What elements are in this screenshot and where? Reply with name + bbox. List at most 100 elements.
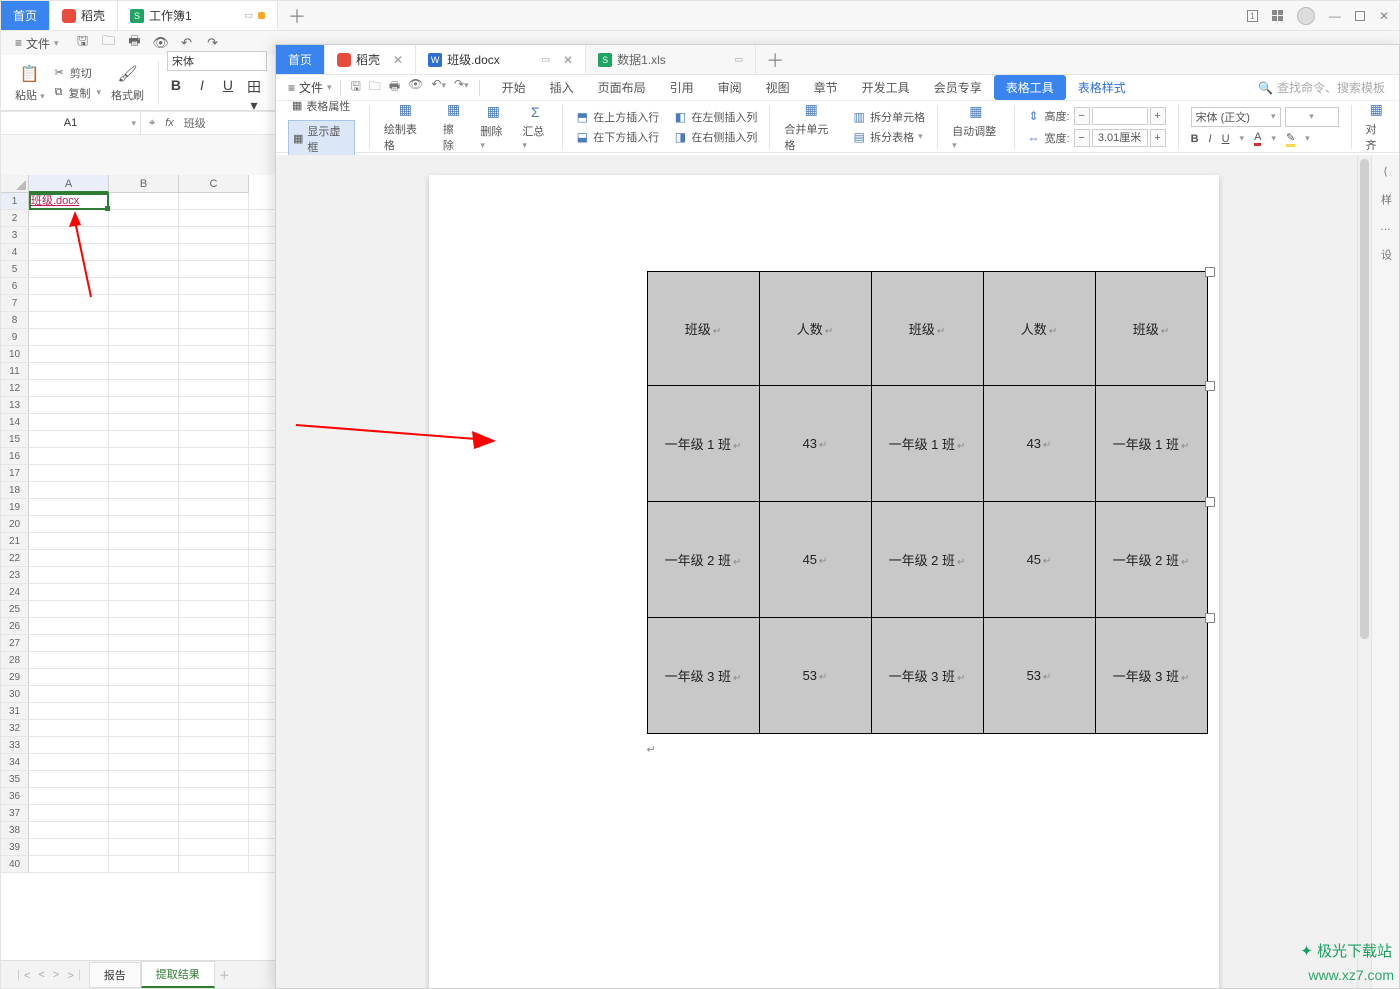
- row-header[interactable]: 39: [1, 839, 29, 856]
- cell[interactable]: [29, 227, 109, 244]
- cell[interactable]: [29, 533, 109, 550]
- border-button[interactable]: 田▾: [245, 77, 263, 114]
- row-header[interactable]: 25: [1, 601, 29, 618]
- cell[interactable]: [109, 210, 179, 227]
- cell[interactable]: [29, 771, 109, 788]
- row-header[interactable]: 21: [1, 533, 29, 550]
- close-button[interactable]: ✕: [1379, 9, 1389, 23]
- row-header[interactable]: 23: [1, 567, 29, 584]
- summary-button[interactable]: Σ汇总▾: [516, 103, 554, 151]
- cell[interactable]: [179, 567, 249, 584]
- goto-icon[interactable]: ⌖: [149, 117, 155, 130]
- table-cell[interactable]: 43↵: [759, 386, 871, 502]
- layout-icon[interactable]: 1: [1247, 10, 1258, 22]
- cell[interactable]: [179, 499, 249, 516]
- preview-icon[interactable]: 👁: [408, 77, 423, 98]
- cell[interactable]: [109, 856, 179, 873]
- minimize-button[interactable]: ―: [1329, 9, 1341, 23]
- cell[interactable]: [109, 261, 179, 278]
- cell[interactable]: [109, 703, 179, 720]
- table-cell[interactable]: 一年级 2 班↵: [1095, 502, 1207, 618]
- tab-layout[interactable]: 页面布局: [586, 75, 658, 100]
- cell[interactable]: [29, 618, 109, 635]
- document-canvas[interactable]: 班级↵人数↵班级↵人数↵班级↵一年级 1 班↵43↵一年级 1 班↵43↵一年级…: [276, 155, 1371, 988]
- maximize-button[interactable]: [1355, 11, 1365, 21]
- row-header[interactable]: 13: [1, 397, 29, 414]
- cell[interactable]: [109, 771, 179, 788]
- cell[interactable]: [109, 499, 179, 516]
- cell[interactable]: [109, 550, 179, 567]
- cell[interactable]: [29, 788, 109, 805]
- tab-home-front[interactable]: 首页: [276, 45, 325, 74]
- cell[interactable]: [109, 414, 179, 431]
- cell[interactable]: [179, 397, 249, 414]
- width-minus[interactable]: −: [1074, 129, 1090, 147]
- tab-view[interactable]: 视图: [754, 75, 802, 100]
- width-value[interactable]: 3.01厘米: [1092, 129, 1148, 147]
- cell[interactable]: [29, 397, 109, 414]
- row-header[interactable]: 26: [1, 618, 29, 635]
- cell[interactable]: [29, 754, 109, 771]
- close-tab-icon[interactable]: ✕: [563, 53, 573, 67]
- underline-button[interactable]: U: [219, 77, 237, 114]
- cell[interactable]: [109, 754, 179, 771]
- cell[interactable]: [109, 601, 179, 618]
- cell[interactable]: [109, 669, 179, 686]
- cell[interactable]: [109, 822, 179, 839]
- cell[interactable]: [109, 193, 179, 210]
- cell[interactable]: [29, 210, 109, 227]
- redo-icon[interactable]: ↷: [205, 35, 221, 51]
- row-header[interactable]: 37: [1, 805, 29, 822]
- cell[interactable]: [179, 482, 249, 499]
- sheet-nav-last[interactable]: >｜: [63, 967, 88, 983]
- tab-insert[interactable]: 插入: [538, 75, 586, 100]
- cell[interactable]: [179, 210, 249, 227]
- row-header[interactable]: 6: [1, 278, 29, 295]
- italic-button[interactable]: I: [193, 77, 211, 114]
- table-cell[interactable]: 一年级 3 班↵: [647, 618, 759, 734]
- file-menu-back[interactable]: ≡ 文件 ▾: [9, 33, 65, 54]
- row-header[interactable]: 14: [1, 414, 29, 431]
- table-cell[interactable]: 53↵: [759, 618, 871, 734]
- row-header[interactable]: 11: [1, 363, 29, 380]
- row-header[interactable]: 22: [1, 550, 29, 567]
- table-cell[interactable]: 一年级 1 班↵: [871, 386, 983, 502]
- col-header-C[interactable]: C: [179, 175, 249, 193]
- font-size-select[interactable]: ▾: [1285, 107, 1339, 127]
- cell[interactable]: [179, 754, 249, 771]
- table-handle[interactable]: [1205, 267, 1215, 277]
- copy-button[interactable]: ⧉复制 ▾: [55, 85, 101, 101]
- table-cell[interactable]: 一年级 2 班↵: [647, 502, 759, 618]
- cell[interactable]: [179, 448, 249, 465]
- delete-button[interactable]: ▦删除▾: [474, 103, 512, 151]
- tab-ref[interactable]: 引用: [658, 75, 706, 100]
- row-header[interactable]: 35: [1, 771, 29, 788]
- row-header[interactable]: 17: [1, 465, 29, 482]
- cell[interactable]: [29, 703, 109, 720]
- sheet-nav-prev[interactable]: <: [34, 969, 48, 981]
- fx-icon[interactable]: fx: [165, 117, 174, 129]
- cell[interactable]: [29, 380, 109, 397]
- undo-icon[interactable]: ↶: [179, 35, 195, 51]
- cell[interactable]: [109, 618, 179, 635]
- cell[interactable]: [179, 669, 249, 686]
- cell[interactable]: [179, 533, 249, 550]
- cell[interactable]: [109, 805, 179, 822]
- sidebar-settings[interactable]: 设: [1378, 249, 1394, 260]
- cell[interactable]: [109, 533, 179, 550]
- erase-button[interactable]: ▦擦除: [437, 101, 471, 153]
- sheet-tab-result[interactable]: 提取结果: [141, 961, 215, 988]
- redo-icon[interactable]: ↷▾: [454, 77, 469, 98]
- cell[interactable]: [109, 686, 179, 703]
- cell[interactable]: [109, 329, 179, 346]
- table-cell[interactable]: 一年级 1 班↵: [1095, 386, 1207, 502]
- table-header-cell[interactable]: 班级↵: [647, 272, 759, 386]
- table-cell[interactable]: 一年级 3 班↵: [871, 618, 983, 734]
- cell[interactable]: [109, 482, 179, 499]
- cell[interactable]: [179, 329, 249, 346]
- table-cell[interactable]: 53↵: [983, 618, 1095, 734]
- tab-dev[interactable]: 开发工具: [850, 75, 922, 100]
- font-color-button[interactable]: A: [1254, 131, 1261, 146]
- cell[interactable]: [29, 261, 109, 278]
- name-box[interactable]: A1▾: [1, 112, 141, 134]
